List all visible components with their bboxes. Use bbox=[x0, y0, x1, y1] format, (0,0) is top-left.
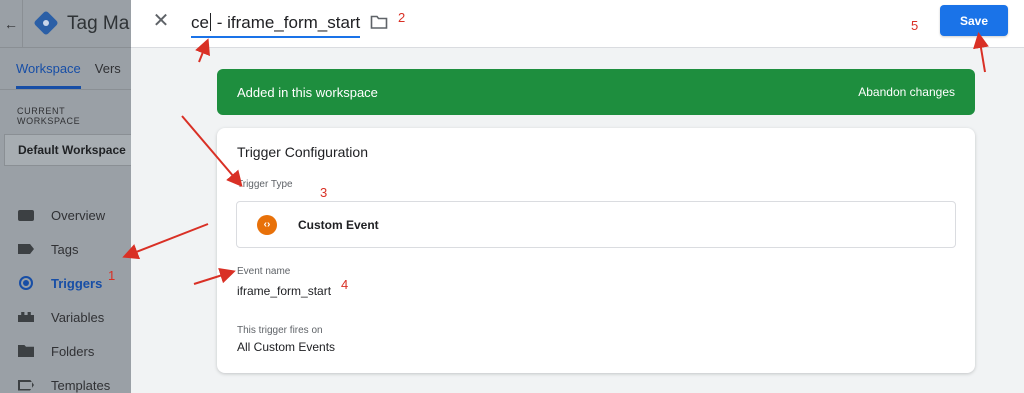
annotation-number-2: 2 bbox=[398, 10, 406, 25]
event-name-value: iframe_form_start bbox=[237, 284, 332, 298]
tag-manager-logo-icon bbox=[33, 9, 61, 38]
sidebar-item-label: Folders bbox=[51, 343, 95, 359]
sidebar-item-tags[interactable]: Tags bbox=[0, 232, 131, 266]
sidebar-item-label: Overview bbox=[51, 207, 106, 223]
sidebar-item-overview[interactable]: Overview bbox=[0, 198, 131, 232]
workspace-selector[interactable]: Default Workspace bbox=[4, 134, 134, 166]
text-cursor bbox=[209, 13, 211, 31]
back-arrow-icon[interactable]: ← bbox=[0, 16, 22, 32]
workspace-status-banner: Added in this workspace Abandon changes bbox=[217, 69, 975, 115]
trigger-name-prefix: ce bbox=[191, 13, 209, 32]
sidebar-item-label: Templates bbox=[51, 377, 111, 393]
annotation-number-3: 3 bbox=[320, 185, 328, 200]
editor-topbar: ✕ ce - iframe_form_start Save bbox=[131, 0, 1024, 48]
sidebar-item-templates[interactable]: Templates bbox=[0, 368, 131, 393]
trigger-type-label: Trigger Type bbox=[237, 179, 293, 190]
variables-icon bbox=[17, 310, 35, 324]
trigger-editor-panel: ✕ ce - iframe_form_start Save Added in t… bbox=[131, 0, 1024, 393]
sidebar-item-variables[interactable]: Variables bbox=[0, 300, 131, 334]
banner-text: Added in this workspace bbox=[237, 84, 378, 100]
trigger-name-suffix: - iframe_form_start bbox=[211, 13, 361, 32]
app-title: Tag Ma bbox=[67, 12, 130, 34]
event-name-label: Event name bbox=[237, 266, 291, 277]
annotation-number-4: 4 bbox=[341, 277, 349, 292]
templates-icon bbox=[17, 378, 35, 392]
divider bbox=[22, 0, 23, 48]
sidebar-item-label: Variables bbox=[51, 309, 105, 325]
custom-event-icon: ‹› bbox=[257, 214, 277, 235]
sidebar: ← Tag Ma Workspace Vers CURRENT WORKSPAC… bbox=[0, 0, 134, 393]
fires-on-value: All Custom Events bbox=[237, 340, 336, 354]
annotation-number-5: 5 bbox=[911, 18, 919, 33]
trigger-type-selector[interactable]: ‹› Custom Event bbox=[236, 201, 956, 248]
sidebar-item-label: Triggers bbox=[51, 275, 103, 291]
tab-workspace[interactable]: Workspace bbox=[16, 48, 81, 89]
sidebar-header: ← Tag Ma bbox=[0, 0, 131, 48]
fires-on-label: This trigger fires on bbox=[237, 325, 323, 336]
folder-icon bbox=[17, 344, 35, 358]
save-button[interactable]: Save bbox=[940, 5, 1008, 36]
close-icon[interactable]: ✕ bbox=[151, 11, 171, 31]
overview-icon bbox=[17, 208, 35, 222]
sidebar-item-folders[interactable]: Folders bbox=[0, 334, 131, 368]
trigger-icon bbox=[17, 276, 35, 290]
tab-versions[interactable]: Vers bbox=[95, 61, 121, 76]
abandon-changes-button[interactable]: Abandon changes bbox=[858, 85, 955, 99]
current-workspace-label: CURRENT WORKSPACE bbox=[17, 106, 81, 126]
folder-icon[interactable] bbox=[370, 14, 388, 30]
trigger-name-input[interactable]: ce - iframe_form_start bbox=[191, 10, 361, 38]
sidebar-nav: Overview Tags Triggers Variables Folders… bbox=[0, 198, 131, 393]
sidebar-tabs: Workspace Vers bbox=[0, 48, 131, 90]
tag-icon bbox=[17, 242, 35, 256]
annotation-number-1: 1 bbox=[108, 268, 116, 283]
sidebar-item-label: Tags bbox=[51, 241, 79, 257]
trigger-type-value: Custom Event bbox=[298, 217, 379, 232]
trigger-configuration-card[interactable]: Trigger Configuration Trigger Type ‹› Cu… bbox=[217, 128, 975, 373]
card-title: Trigger Configuration bbox=[237, 144, 368, 160]
